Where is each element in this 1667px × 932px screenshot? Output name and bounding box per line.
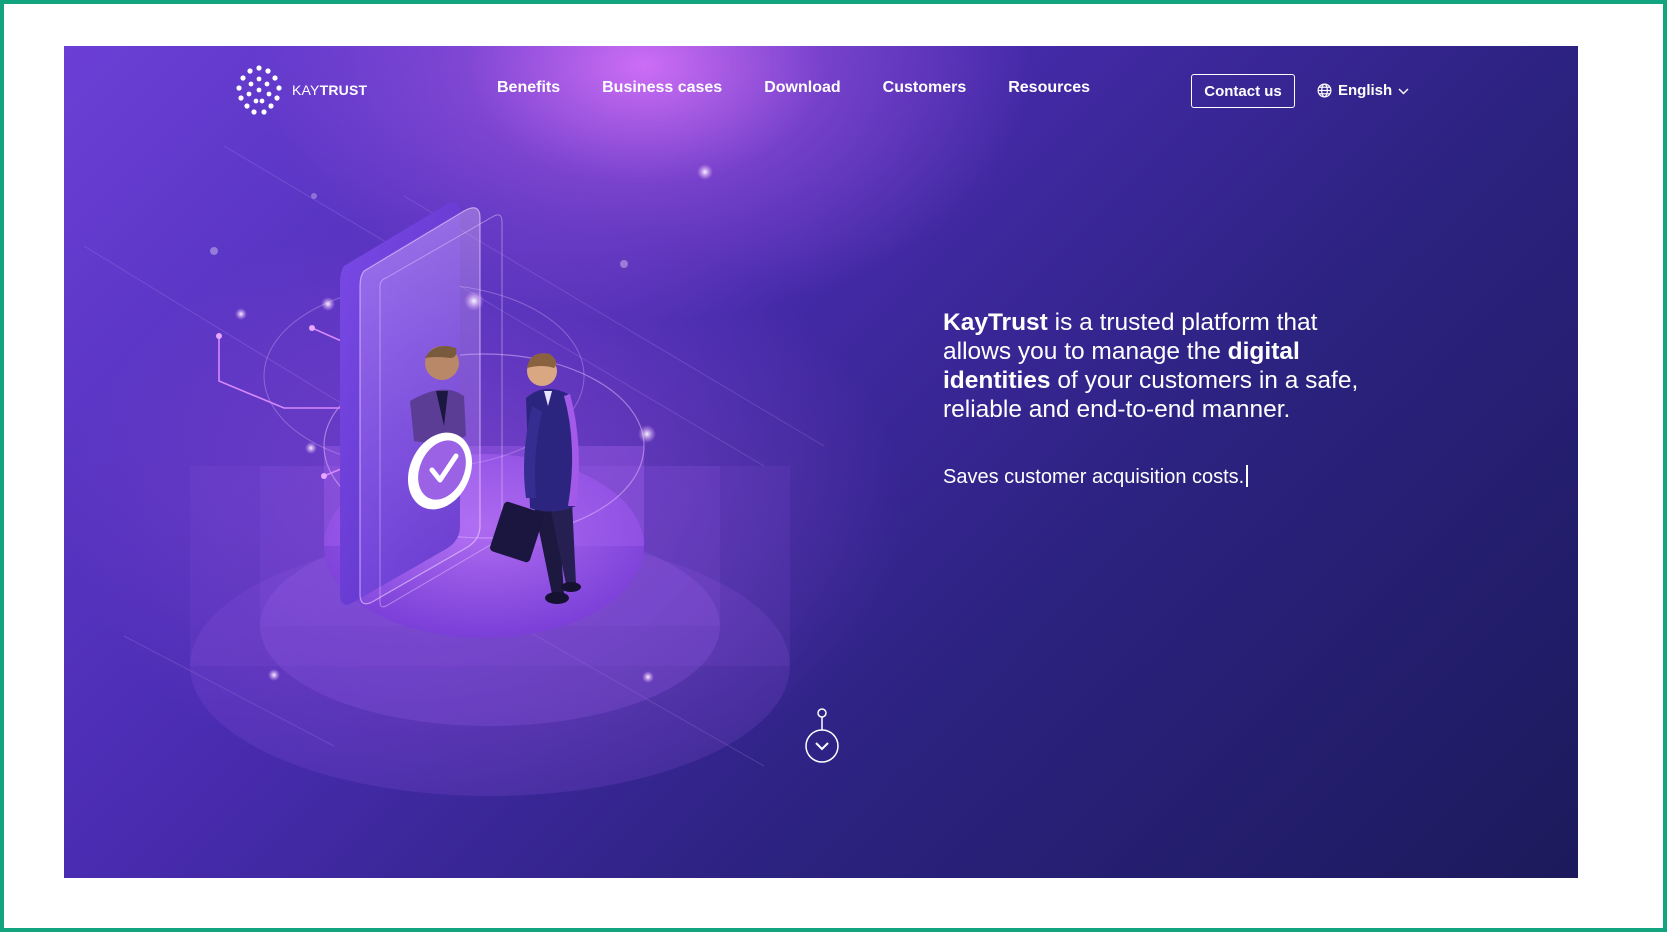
kaytrust-logo[interactable]: KAYTRUST [234,64,367,116]
hero-section: KAYTRUST Benefits Business cases Downloa… [64,46,1578,878]
globe-icon [1317,83,1332,98]
nav-item-download[interactable]: Download [764,79,840,97]
contact-us-button[interactable]: Contact us [1191,74,1295,108]
tagline-text: Saves customer acquisition costs. [943,466,1245,488]
hero-tagline: Saves customer acquisition costs. [943,465,1249,489]
nav-item-resources[interactable]: Resources [1008,79,1090,97]
hero-headline: KayTrust is a trusted platform that allo… [943,308,1373,424]
logo-wordmark: KAYTRUST [292,82,368,98]
dot-cluster-logo-icon [236,65,282,115]
language-label: English [1338,82,1393,99]
chevron-down-icon [1398,88,1409,94]
businessman-phone-shield-illustration [83,145,825,796]
main-nav: Benefits Business cases Download Custome… [497,79,1132,97]
nav-item-benefits[interactable]: Benefits [497,79,560,97]
typing-cursor [1246,465,1249,487]
headline-brand: KayTrust [943,309,1048,336]
nav-item-business-cases[interactable]: Business cases [602,79,722,97]
scroll-down-icon[interactable] [804,706,840,766]
nav-item-customers[interactable]: Customers [883,79,967,97]
language-selector[interactable]: English [1317,82,1409,99]
